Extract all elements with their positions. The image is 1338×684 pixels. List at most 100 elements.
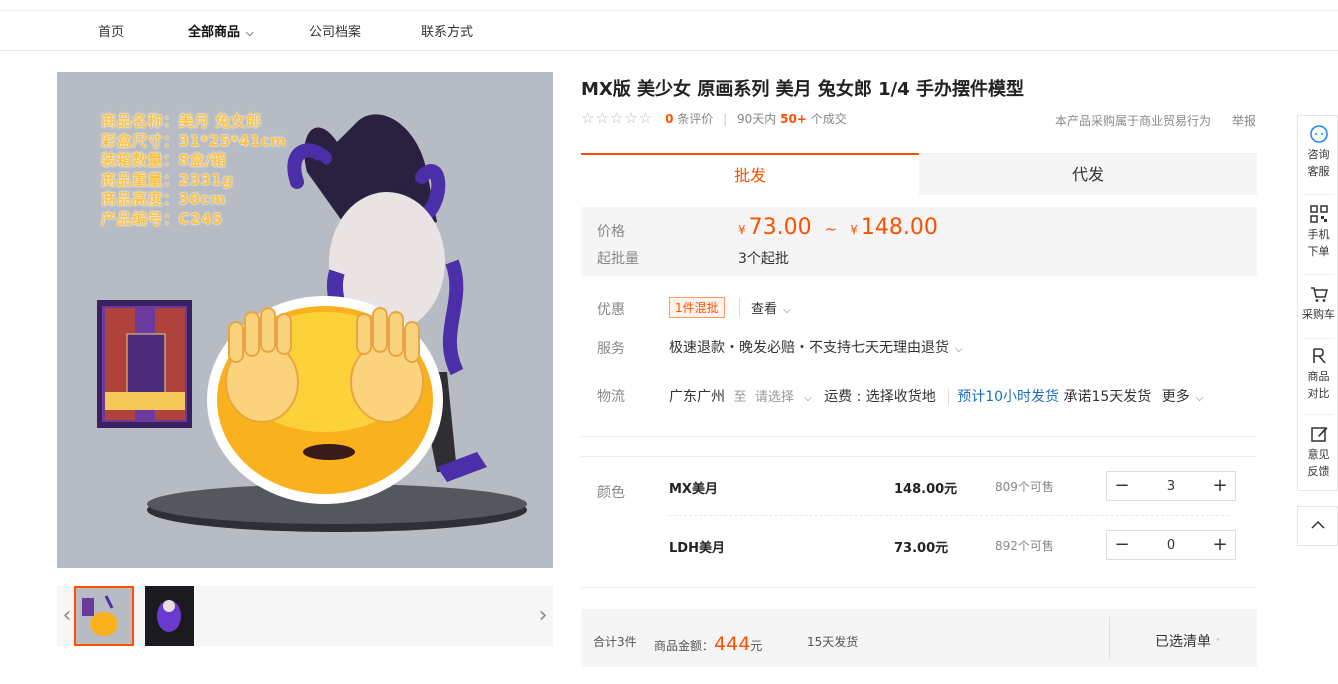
logistics-info: 广东广州 至 请选择 ⌵ 运费 : 选择收货地 预计10小时发货 承诺15天发货… <box>669 386 1203 406</box>
quantity-stepper: − + <box>1106 530 1236 560</box>
nav-home[interactable]: 首页 <box>98 21 124 40</box>
logistics-more-button[interactable]: 更多 ⌵ <box>1162 389 1204 405</box>
thumbnail-2[interactable] <box>145 586 194 646</box>
chevron-down-icon: ⌵ <box>783 305 791 316</box>
chevron-down-icon: ⌵ <box>955 344 963 355</box>
promo-label: 优惠 <box>597 302 625 318</box>
decrement-button[interactable]: − <box>1107 472 1137 500</box>
amount-label: 商品金额： <box>654 639 715 653</box>
cart-icon <box>1310 287 1328 302</box>
sku-name: MX美月 <box>669 482 718 497</box>
recent-suffix: 个成交 <box>810 112 847 126</box>
compare-icon <box>1312 348 1326 364</box>
price-high: 148.00 <box>860 215 938 240</box>
sidebar-item-label: 手机下单 <box>1307 228 1330 258</box>
rating-summary: ☆☆☆☆☆ 0 条评价 | 90天内 50+ 个成交 <box>581 109 847 127</box>
tab-wholesale[interactable]: 批发 <box>581 153 919 195</box>
sku-name: LDH美月 <box>669 541 725 556</box>
selected-list-label: 已选清单 <box>1155 634 1211 650</box>
sku-selector: 颜色 MX美月 148.00元 809个可售 − + LDH美月 73.00元 … <box>581 456 1257 588</box>
store-nav: 首页 全部商品 ⌵ 公司档案 联系方式 <box>0 10 1338 51</box>
thumbnail-strip: ‹ › <box>57 586 553 646</box>
sku-row: MX美月 148.00元 809个可售 − + <box>669 457 1257 514</box>
divider <box>1304 414 1334 415</box>
service-label: 服务 <box>597 341 625 357</box>
thumbnail-1[interactable] <box>74 586 134 646</box>
ship-estimate: 15天发货 <box>807 635 859 649</box>
recent-count: 50+ <box>780 112 807 126</box>
price-tilde: ~ <box>824 220 838 238</box>
feedback-button[interactable]: 意见反馈 <box>1298 424 1338 480</box>
product-title: MX版 美少女 原画系列 美月 兔女郎 1/4 手办摆件模型 <box>581 79 1025 100</box>
mobile-order-button[interactable]: 手机下单 <box>1298 204 1338 260</box>
logistics-label: 物流 <box>597 389 625 405</box>
moq-label: 起批量 <box>597 251 639 267</box>
sku-stock: 809个可售 <box>995 480 1054 494</box>
report-link[interactable]: 举报 <box>1232 112 1256 129</box>
decrement-button[interactable]: − <box>1107 531 1137 559</box>
nav-all-products-label: 全部商品 <box>188 25 241 40</box>
nav-all-products[interactable]: 全部商品 ⌵ <box>188 21 254 40</box>
increment-button[interactable]: + <box>1205 472 1235 500</box>
ship-time: 预计10小时发货 <box>957 389 1060 405</box>
service-text-label: 极速退款・晚发必赔・不支持七天无理由退货 <box>669 340 949 356</box>
sidebar-item-label: 商品对比 <box>1307 370 1330 400</box>
selected-list-button[interactable]: 已选清单 ˄ <box>1155 631 1220 651</box>
customer-service-button[interactable]: 咨询客服 <box>1298 124 1338 180</box>
main-product-image[interactable]: 商品名称：美月 兔女郎 彩盒尺寸：31*25*41cm 装箱数量：8盒/箱 商品… <box>57 72 553 568</box>
nav-contact[interactable]: 联系方式 <box>421 21 473 40</box>
quantity-input[interactable] <box>1137 474 1205 498</box>
quantity-stepper: − + <box>1106 471 1236 501</box>
sidebar-item-label: 采购车 <box>1302 308 1335 321</box>
destination-select-label: 请选择 <box>754 390 794 405</box>
freight-text[interactable]: 运费 : 选择收货地 <box>824 389 936 405</box>
increment-button[interactable]: + <box>1205 531 1235 559</box>
divider <box>1304 274 1334 275</box>
recent-label: 90天内 <box>736 112 777 126</box>
currency-symbol: ¥ <box>738 223 746 237</box>
figure-illustration <box>97 114 527 532</box>
sku-price: 148.00元 <box>894 482 958 497</box>
chat-icon <box>1309 125 1328 143</box>
compare-button[interactable]: 商品对比 <box>1298 346 1338 402</box>
ship-origin: 广东广州 <box>669 389 725 405</box>
destination-select[interactable]: 请选择 ⌵ <box>755 390 812 405</box>
thumbnail-2-image <box>157 600 181 632</box>
nav-company-profile[interactable]: 公司档案 <box>309 21 361 40</box>
edit-icon <box>1310 427 1327 442</box>
tab-dropship[interactable]: 代发 <box>919 153 1257 195</box>
thumbnail-1-image <box>82 595 118 636</box>
trade-note: 本产品采购属于商业贸易行为 <box>1055 114 1212 128</box>
divider <box>1304 194 1334 195</box>
amount-value: 444 <box>714 633 751 655</box>
service-text[interactable]: 极速退款・晚发必赔・不支持七天无理由退货 ⌵ <box>669 337 963 357</box>
qrcode-icon <box>1309 205 1328 223</box>
purchase-mode-tabs: 批发 代发 <box>581 153 1257 195</box>
rating-count[interactable]: 0 <box>665 112 673 126</box>
moq-value: 3个起批 <box>738 251 789 267</box>
promo-view-button[interactable]: 查看 ⌵ <box>739 298 791 317</box>
logistics-more-label: 更多 <box>1161 389 1190 405</box>
divider <box>1304 338 1334 339</box>
back-to-top-button[interactable] <box>1297 506 1338 546</box>
price-label: 价格 <box>597 224 625 240</box>
divider <box>581 436 1257 437</box>
amount-unit: 元 <box>750 639 763 653</box>
floating-toolbar: 咨询客服 手机下单 采购车 商品对比 意见反馈 <box>1297 115 1338 491</box>
chevron-down-icon: ⌵ <box>1195 393 1204 404</box>
currency-symbol: ¥ <box>850 223 858 237</box>
price-low: 73.00 <box>748 215 812 240</box>
promo-view-label: 查看 <box>751 302 778 317</box>
ship-promise: 承诺15天发货 <box>1063 389 1152 405</box>
order-summary-bar: 合计3件 商品金额：444元 15天发货 已选清单 ˄ <box>581 609 1257 667</box>
ship-to: 至 <box>733 390 747 405</box>
sku-row: LDH美月 73.00元 892个可售 − + <box>669 516 1257 573</box>
divider <box>1109 617 1110 659</box>
sku-stock: 892个可售 <box>995 539 1054 553</box>
chevron-down-icon: ⌵ <box>246 28 254 39</box>
chevron-up-icon: ˄ <box>1215 638 1221 649</box>
sidebar-item-label: 咨询客服 <box>1307 148 1330 178</box>
quantity-input[interactable] <box>1137 533 1205 557</box>
chevron-right-icon[interactable]: › <box>533 600 553 632</box>
purchase-cart-button[interactable]: 采购车 <box>1298 284 1338 323</box>
